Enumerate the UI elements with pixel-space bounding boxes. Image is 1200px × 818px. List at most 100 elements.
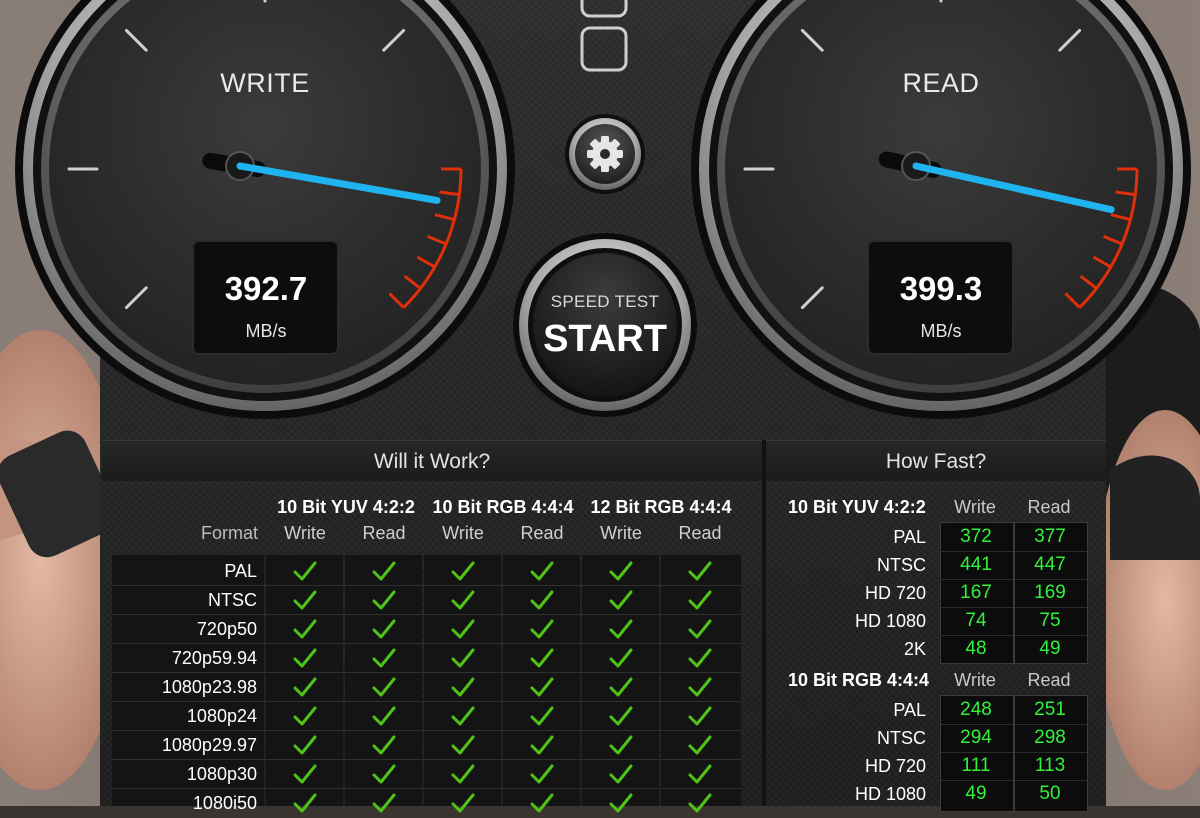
frames-per-second-read: 251 — [1034, 699, 1066, 720]
frames-per-second-read: 75 — [1039, 610, 1061, 631]
format-label: 720p50 — [196, 619, 257, 639]
checkmark-icon — [451, 619, 475, 639]
format-label: 1080p23.98 — [161, 677, 257, 697]
frames-per-second-write: 248 — [960, 699, 992, 720]
row-divider — [941, 724, 1013, 725]
checkmark-icon — [609, 648, 633, 668]
frames-per-second-read: 377 — [1034, 526, 1066, 547]
frames-per-second-read: 50 — [1039, 783, 1061, 804]
read-speed-unit: MB/s — [920, 321, 962, 341]
row-divider — [1015, 635, 1087, 636]
frames-per-second-read: 298 — [1034, 727, 1066, 748]
checkmark-icon — [530, 735, 554, 755]
checkmark-icon — [688, 764, 712, 784]
row-divider — [941, 635, 1013, 636]
checkmark-icon — [451, 561, 475, 581]
checkmark-icon — [688, 735, 712, 755]
will-it-work-header: Will it Work? — [102, 440, 762, 481]
checkmark-icon — [530, 561, 554, 581]
col-header-read: Read — [362, 523, 406, 543]
checkmark-icon — [688, 590, 712, 610]
write-speed-unit: MB/s — [245, 321, 287, 341]
frames-per-second-read: 49 — [1039, 638, 1061, 659]
format-label: 1080p30 — [186, 764, 257, 784]
checkmark-icon — [293, 677, 317, 697]
checkmark-icon — [451, 706, 475, 726]
row-divider — [112, 701, 741, 702]
how-fast-row-label: PAL — [893, 527, 926, 547]
read-speed-value: 399.3 — [899, 270, 983, 307]
logo-mark — [580, 0, 628, 72]
checkmark-icon — [451, 648, 475, 668]
read-gauge — [691, 0, 1191, 419]
checkmark-icon — [293, 793, 317, 813]
how-fast-col-read: Read — [1027, 497, 1071, 517]
frames-per-second-write: 167 — [960, 582, 992, 603]
checkmark-icon — [530, 677, 554, 697]
frames-per-second-write: 441 — [960, 554, 992, 575]
checkmark-icon — [609, 764, 633, 784]
how-fast-group-rgb444: 10 Bit RGB 4:4:4 — [788, 670, 930, 690]
checkmark-icon — [372, 619, 396, 639]
how-fast-col-write: Write — [954, 497, 996, 517]
checkmark-icon — [293, 735, 317, 755]
checkmark-icon — [451, 793, 475, 813]
format-label: NTSC — [208, 590, 257, 610]
checkmark-icon — [609, 677, 633, 697]
group-header-rgb444-10: 10 Bit RGB 4:4:4 — [432, 497, 574, 517]
row-divider — [112, 614, 741, 615]
frames-per-second-write: 48 — [965, 638, 987, 659]
row-divider — [941, 551, 1013, 552]
checkmark-icon — [372, 648, 396, 668]
checkmark-icon — [293, 590, 317, 610]
col-header-write: Write — [442, 523, 484, 543]
how-fast-header: How Fast? — [766, 440, 1106, 481]
write-speed-value: 392.7 — [224, 270, 308, 307]
how-fast-col-write: Write — [954, 670, 996, 690]
checkmark-icon — [609, 735, 633, 755]
checkmark-icon — [372, 735, 396, 755]
row-divider — [1015, 607, 1087, 608]
checkmark-icon — [372, 764, 396, 784]
write-gauge-title: WRITE — [220, 68, 310, 98]
format-label: 1080p24 — [186, 706, 257, 726]
row-divider — [1015, 780, 1087, 781]
checkmark-icon — [688, 706, 712, 726]
checkmark-icon — [609, 561, 633, 581]
col-header-read: Read — [678, 523, 722, 543]
format-label: 1080i50 — [192, 793, 257, 813]
how-fast-row-label: HD 720 — [864, 756, 926, 776]
row-divider — [941, 579, 1013, 580]
checkmark-icon — [372, 677, 396, 697]
format-column-header: Format — [200, 523, 258, 543]
checkmark-icon — [293, 764, 317, 784]
checkmark-icon — [372, 561, 396, 581]
how-fast-col-read: Read — [1027, 670, 1071, 690]
checkmark-icon — [530, 619, 554, 639]
checkmark-icon — [609, 706, 633, 726]
checkmark-icon — [451, 590, 475, 610]
frames-per-second-read: 447 — [1034, 554, 1066, 575]
how-fast-row-label: HD 1080 — [854, 611, 926, 631]
start-button[interactable] — [518, 238, 694, 414]
frames-per-second-write: 49 — [965, 783, 987, 804]
how-fast-row-label: HD 720 — [864, 583, 926, 603]
checkmark-icon — [451, 764, 475, 784]
row-divider — [112, 585, 741, 586]
settings-gear-button[interactable] — [566, 115, 644, 193]
row-divider — [112, 643, 741, 644]
checkmark-icon — [530, 793, 554, 813]
row-divider — [1015, 724, 1087, 725]
row-divider — [1015, 579, 1087, 580]
col-header-write: Write — [284, 523, 326, 543]
format-label: 720p59.94 — [171, 648, 257, 668]
checkmark-icon — [293, 619, 317, 639]
col-header-write: Write — [600, 523, 642, 543]
checkmark-icon — [451, 677, 475, 697]
checkmark-icon — [688, 648, 712, 668]
how-fast-group-yuv422: 10 Bit YUV 4:2:2 — [788, 497, 926, 517]
read-gauge-title: READ — [902, 68, 980, 98]
format-label: PAL — [224, 561, 257, 581]
section-divider — [762, 440, 766, 806]
checkmark-icon — [293, 561, 317, 581]
